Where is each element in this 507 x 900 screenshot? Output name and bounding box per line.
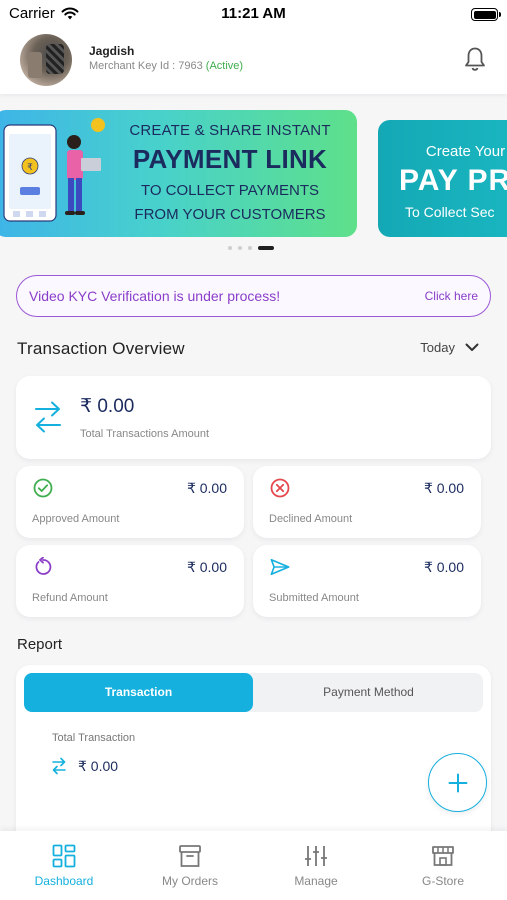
transfer-arrows-icon	[35, 401, 61, 433]
banner2-line-3: To Collect Sec	[405, 204, 495, 220]
banner2-headline: PAY PR	[399, 164, 507, 197]
status-bar: Carrier 11:21 AM	[0, 0, 507, 28]
store-icon	[432, 846, 454, 866]
report-tabs: Transaction Payment Method	[24, 673, 483, 712]
tab-transaction[interactable]: Transaction	[24, 673, 253, 712]
transfer-arrows-icon	[52, 757, 66, 775]
merchant-status: (Active)	[205, 60, 244, 72]
submitted-amount-card[interactable]: ₹ 0.00 Submitted Amount	[253, 545, 481, 617]
nav-manage[interactable]: Manage	[253, 831, 379, 900]
plus-icon	[448, 773, 468, 793]
bottom-nav: Dashboard My Orders Manage G-Store	[0, 831, 507, 900]
refund-amount-label: Refund Amount	[32, 592, 108, 604]
app-header: Jagdish Merchant Key Id : 7963 (Active)	[0, 28, 507, 94]
declined-amount: ₹ 0.00	[423, 480, 464, 496]
approved-amount-label: Approved Amount	[32, 513, 120, 525]
promo-banner-pay-page[interactable]: Create Your C PAY PR To Collect Sec	[378, 120, 507, 237]
carousel-indicator	[228, 246, 274, 250]
banner-headline: PAYMENT LINK	[132, 144, 328, 174]
promo-carousel[interactable]: ₹ CREATE & SHARE INSTANT PAYMENT LINK TO…	[0, 110, 507, 238]
submitted-amount: ₹ 0.00	[423, 559, 464, 575]
nav-label: My Orders	[161, 874, 218, 888]
approved-amount: ₹ 0.00	[186, 480, 227, 496]
total-transaction-label: Total Transaction	[52, 732, 136, 744]
submitted-amount-label: Submitted Amount	[269, 592, 359, 604]
payment-link-illustration: ₹	[3, 118, 105, 222]
transaction-overview-title: Transaction Overview	[17, 339, 185, 358]
carousel-dot[interactable]	[228, 246, 232, 250]
approved-amount-card[interactable]: ₹ 0.00 Approved Amount	[16, 466, 244, 538]
nav-label: Dashboard	[34, 874, 94, 888]
total-amount-label: Total Transactions Amount	[80, 428, 210, 440]
nav-my-orders[interactable]: My Orders	[127, 831, 253, 900]
orders-icon	[179, 845, 201, 867]
carousel-dot[interactable]	[248, 246, 252, 250]
report-card: Transaction Payment Method Total Transac…	[16, 665, 491, 845]
add-fab-button[interactable]	[428, 753, 487, 812]
total-transaction-amount: ₹ 0.00	[78, 758, 119, 774]
refund-icon	[35, 557, 52, 575]
battery-icon	[471, 8, 501, 21]
kyc-banner: Video KYC Verification is under process!…	[16, 275, 491, 317]
dashboard-icon	[52, 844, 76, 868]
banner-line-1: CREATE & SHARE INSTANT	[129, 122, 331, 139]
status-time: 11:21 AM	[221, 5, 286, 22]
banner-line-3: TO COLLECT PAYMENTS	[140, 182, 320, 199]
banner-line-4: FROM YOUR CUSTOMERS	[134, 206, 326, 223]
tab-payment-method[interactable]: Payment Method	[254, 673, 483, 712]
period-dropdown[interactable]: Today	[420, 340, 479, 355]
check-circle-icon	[33, 478, 53, 498]
report-title: Report	[17, 636, 63, 653]
chevron-down-icon	[465, 343, 479, 351]
promo-banner-payment-link[interactable]: ₹ CREATE & SHARE INSTANT PAYMENT LINK TO…	[0, 110, 357, 237]
kyc-message: Video KYC Verification is under process!	[29, 288, 281, 304]
carousel-dot-active[interactable]	[258, 246, 274, 250]
x-circle-icon	[270, 478, 290, 498]
banner2-line-1: Create Your C	[425, 143, 507, 160]
merchant-key-id: Merchant Key Id : 7963	[89, 60, 206, 72]
carousel-dot[interactable]	[238, 246, 242, 250]
nav-label: Manage	[294, 874, 338, 888]
period-value: Today	[420, 340, 455, 355]
nav-g-store[interactable]: G-Store	[380, 831, 506, 900]
send-icon	[270, 558, 290, 576]
merchant-key: Merchant Key Id : 7963 (Active)	[89, 60, 243, 72]
sliders-icon	[305, 846, 327, 866]
nav-label: G-Store	[421, 874, 464, 888]
nav-dashboard[interactable]: Dashboard	[1, 831, 127, 900]
merchant-name: Jagdish	[89, 44, 135, 58]
refund-amount: ₹ 0.00	[186, 559, 227, 575]
bell-icon[interactable]	[463, 46, 487, 72]
total-transactions-card[interactable]: ₹ 0.00 Total Transactions Amount	[16, 376, 491, 459]
refund-amount-card[interactable]: ₹ 0.00 Refund Amount	[16, 545, 244, 617]
avatar[interactable]	[20, 34, 72, 86]
total-amount: ₹ 0.00	[80, 396, 135, 417]
declined-amount-card[interactable]: ₹ 0.00 Declined Amount	[253, 466, 481, 538]
svg-text:₹: ₹	[27, 163, 33, 173]
kyc-click-here-link[interactable]: Click here	[425, 289, 478, 303]
declined-amount-label: Declined Amount	[269, 513, 353, 525]
